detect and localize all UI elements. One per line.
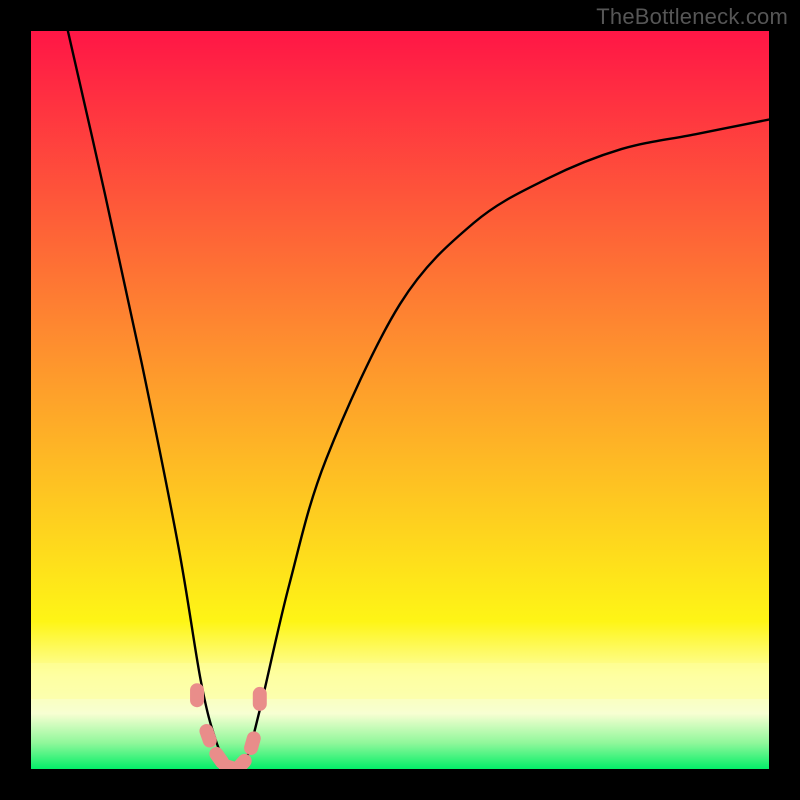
valley-marker (190, 683, 204, 707)
highlight-band (31, 663, 769, 699)
watermark-text: TheBottleneck.com (596, 4, 788, 30)
valley-marker (253, 687, 267, 711)
chart-canvas (31, 31, 769, 769)
outer-frame: TheBottleneck.com (0, 0, 800, 800)
